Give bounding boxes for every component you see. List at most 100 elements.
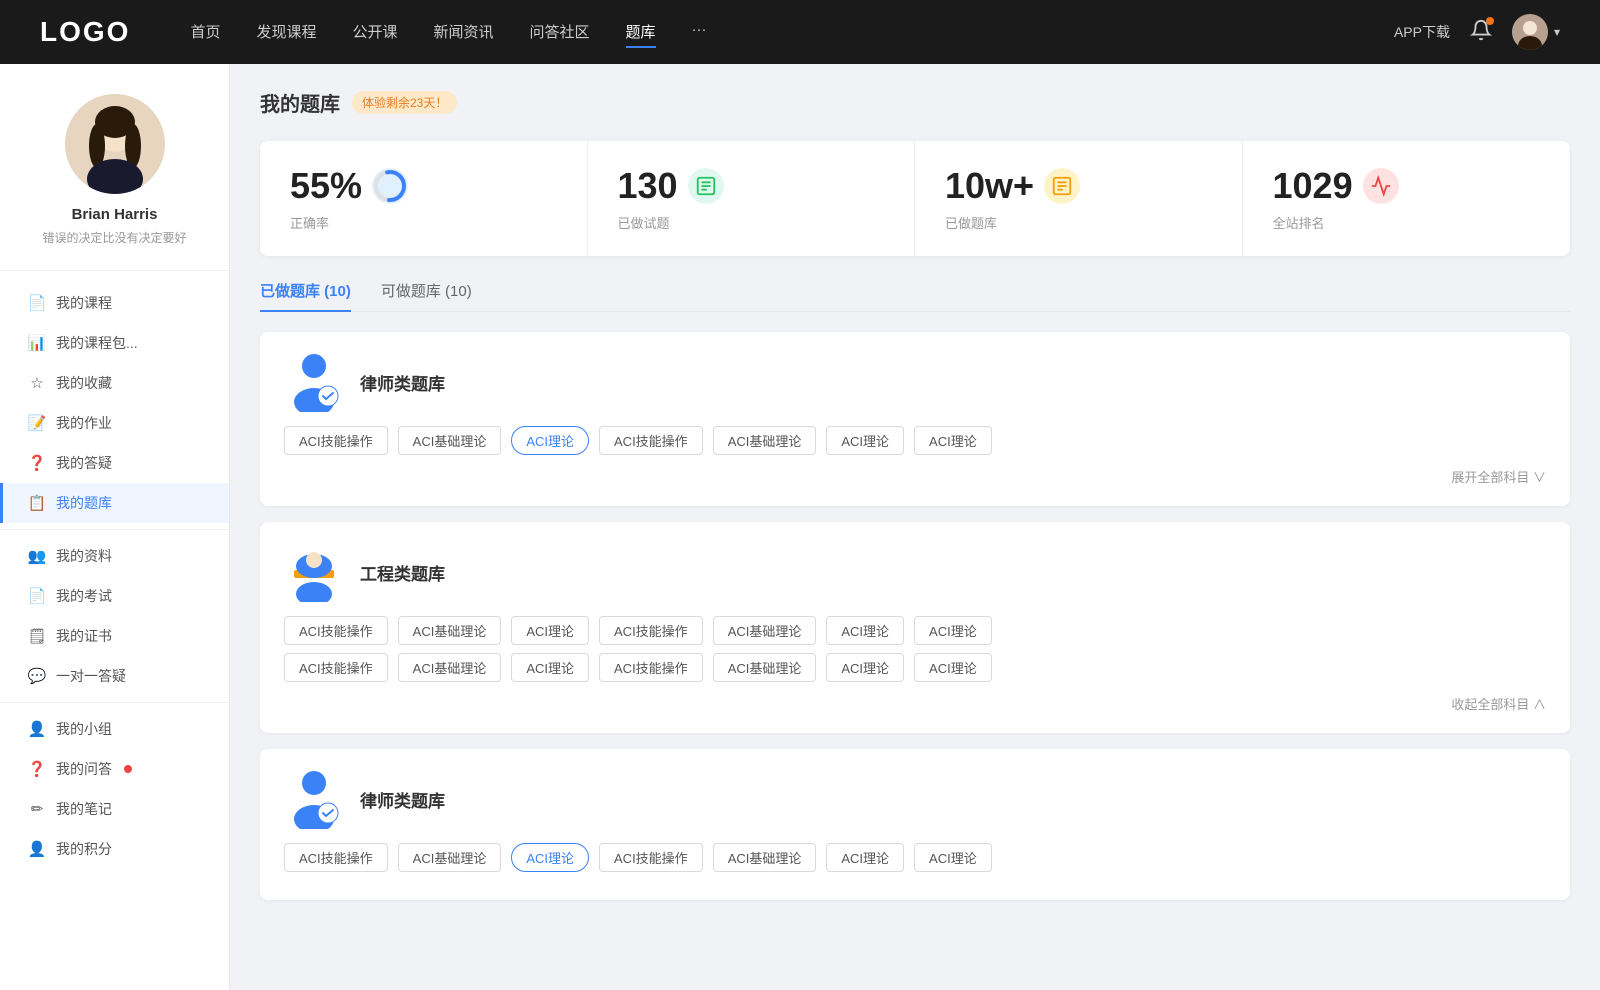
divider-1 <box>0 529 229 530</box>
banks-value: 10w+ <box>945 165 1034 207</box>
sidebar-item-exam[interactable]: 📄 我的考试 <box>0 576 229 616</box>
tag[interactable]: ACI技能操作 <box>284 426 388 455</box>
tags-row-3: ACI技能操作 ACI基础理论 ACI理论 ACI技能操作 ACI基础理论 AC… <box>284 843 1546 872</box>
questions-value: 130 <box>618 165 678 207</box>
tag[interactable]: ACI技能操作 <box>284 843 388 872</box>
questions-badge <box>124 765 132 773</box>
user-avatar-wrap[interactable]: ▾ <box>1512 14 1560 50</box>
points-icon: 👤 <box>28 840 46 858</box>
data-icon: 👥 <box>28 547 46 565</box>
cert-icon: 🗒 <box>28 627 46 645</box>
tag[interactable]: ACI基础理论 <box>398 843 502 872</box>
tag-active[interactable]: ACI理论 <box>511 426 589 455</box>
courses-icon: 📄 <box>28 294 46 312</box>
sidebar-item-course-pkg[interactable]: 📊 我的课程包... <box>0 323 229 363</box>
sidebar-item-answers[interactable]: ❓ 我的答疑 <box>0 443 229 483</box>
sidebar-item-courses[interactable]: 📄 我的课程 <box>0 283 229 323</box>
collapse-btn-2[interactable]: 收起全部科目 ∧ <box>284 690 1546 713</box>
tag[interactable]: ACI基础理论 <box>398 616 502 645</box>
tag-active[interactable]: ACI理论 <box>511 843 589 872</box>
tag[interactable]: ACI技能操作 <box>599 843 703 872</box>
navbar: LOGO 首页 发现课程 公开课 新闻资讯 问答社区 题库 ··· APP下载 <box>0 0 1600 64</box>
bank-card-lawyer-1: 律师类题库 ACI技能操作 ACI基础理论 ACI理论 ACI技能操作 ACI基… <box>260 332 1570 506</box>
nav-avatar <box>1512 14 1548 50</box>
accuracy-value: 55% <box>290 165 362 207</box>
nav-open[interactable]: 公开课 <box>352 17 397 48</box>
sidebar-item-favorites[interactable]: ☆ 我的收藏 <box>0 363 229 403</box>
tag[interactable]: ACI理论 <box>914 616 992 645</box>
nav-qa[interactable]: 问答社区 <box>530 17 590 48</box>
sidebar-profile: Brian Harris 错误的决定比没有决定要好 <box>0 94 229 271</box>
tag[interactable]: ACI理论 <box>826 653 904 682</box>
tag[interactable]: ACI理论 <box>826 843 904 872</box>
tag[interactable]: ACI技能操作 <box>599 653 703 682</box>
tag[interactable]: ACI理论 <box>826 426 904 455</box>
nav-right: APP下载 ▾ <box>1394 14 1560 50</box>
lawyer-icon <box>284 352 344 412</box>
bank-card-header-1: 律师类题库 <box>284 352 1546 412</box>
expand-btn-1[interactable]: 展开全部科目 ∨ <box>284 463 1546 486</box>
rank-label: 全站排名 <box>1273 213 1541 232</box>
tag[interactable]: ACI基础理论 <box>713 653 817 682</box>
bank-card-lawyer-3: 律师类题库 ACI技能操作 ACI基础理论 ACI理论 ACI技能操作 ACI基… <box>260 749 1570 900</box>
tag[interactable]: ACI理论 <box>826 616 904 645</box>
course-pkg-icon: 📊 <box>28 334 46 352</box>
tag[interactable]: ACI理论 <box>511 616 589 645</box>
sidebar-menu: 📄 我的课程 📊 我的课程包... ☆ 我的收藏 📝 我的作业 ❓ 我的答疑 📋 <box>0 271 229 881</box>
bank-card-engineer: 工程类题库 ACI技能操作 ACI基础理论 ACI理论 ACI技能操作 ACI基… <box>260 522 1570 733</box>
tag[interactable]: ACI基础理论 <box>398 653 502 682</box>
app-download-btn[interactable]: APP下载 <box>1394 22 1450 42</box>
nav-discover[interactable]: 发现课程 <box>256 17 316 48</box>
notes-icon: ✏ <box>28 800 46 818</box>
notification-bell[interactable] <box>1470 19 1492 46</box>
rank-icon <box>1363 168 1399 204</box>
nav-more[interactable]: ··· <box>692 17 707 48</box>
tabs: 已做题库 (10) 可做题库 (10) <box>260 280 1570 312</box>
tag[interactable]: ACI理论 <box>914 653 992 682</box>
tag[interactable]: ACI基础理论 <box>713 843 817 872</box>
stats-row: 55% 正确率 130 <box>260 141 1570 256</box>
sidebar-item-homework[interactable]: 📝 我的作业 <box>0 403 229 443</box>
stat-rank: 1029 全站排名 <box>1243 141 1571 256</box>
answers-icon: ❓ <box>28 454 46 472</box>
sidebar-slogan: 错误的决定比没有决定要好 <box>20 229 209 246</box>
tab-done[interactable]: 已做题库 (10) <box>260 280 351 311</box>
tags-row-1: ACI技能操作 ACI基础理论 ACI理论 ACI技能操作 ACI基础理论 AC… <box>284 426 1546 455</box>
exam-icon: 📄 <box>28 587 46 605</box>
tag[interactable]: ACI技能操作 <box>599 616 703 645</box>
nav-news[interactable]: 新闻资讯 <box>434 17 494 48</box>
bank-card-header-2: 工程类题库 <box>284 542 1546 602</box>
tag[interactable]: ACI基础理论 <box>713 616 817 645</box>
tab-todo[interactable]: 可做题库 (10) <box>381 280 472 311</box>
tag[interactable]: ACI基础理论 <box>713 426 817 455</box>
banks-label: 已做题库 <box>945 213 1212 232</box>
tag[interactable]: ACI基础理论 <box>398 426 502 455</box>
bank-title-1: 律师类题库 <box>360 370 445 395</box>
tag[interactable]: ACI理论 <box>914 426 992 455</box>
nav-home[interactable]: 首页 <box>190 17 220 48</box>
page-header: 我的题库 体验剩余23天！ <box>260 88 1570 117</box>
tag[interactable]: ACI理论 <box>511 653 589 682</box>
banks-icon <box>1044 168 1080 204</box>
tag[interactable]: ACI理论 <box>914 843 992 872</box>
main-content: 我的题库 体验剩余23天！ 55% 正确率 <box>230 64 1600 990</box>
rank-value: 1029 <box>1273 165 1353 207</box>
lawyer-icon-3 <box>284 769 344 829</box>
trial-badge: 体验剩余23天！ <box>352 91 457 114</box>
tag[interactable]: ACI技能操作 <box>599 426 703 455</box>
bank-icon: 📋 <box>28 494 46 512</box>
nav-bank[interactable]: 题库 <box>626 17 656 48</box>
bank-card-header-3: 律师类题库 <box>284 769 1546 829</box>
sidebar-item-points[interactable]: 👤 我的积分 <box>0 829 229 869</box>
sidebar-item-data[interactable]: 👥 我的资料 <box>0 536 229 576</box>
sidebar-item-group[interactable]: 👤 我的小组 <box>0 709 229 749</box>
bank-title-2: 工程类题库 <box>360 560 445 585</box>
sidebar-item-cert[interactable]: 🗒 我的证书 <box>0 616 229 656</box>
sidebar-item-questions[interactable]: ❓ 我的问答 <box>0 749 229 789</box>
sidebar-item-notes[interactable]: ✏ 我的笔记 <box>0 789 229 829</box>
tag[interactable]: ACI技能操作 <box>284 616 388 645</box>
sidebar-item-bank[interactable]: 📋 我的题库 <box>0 483 229 523</box>
sidebar-item-oneone[interactable]: 💬 一对一答疑 <box>0 656 229 696</box>
tag[interactable]: ACI技能操作 <box>284 653 388 682</box>
layout: Brian Harris 错误的决定比没有决定要好 📄 我的课程 📊 我的课程包… <box>0 64 1600 990</box>
